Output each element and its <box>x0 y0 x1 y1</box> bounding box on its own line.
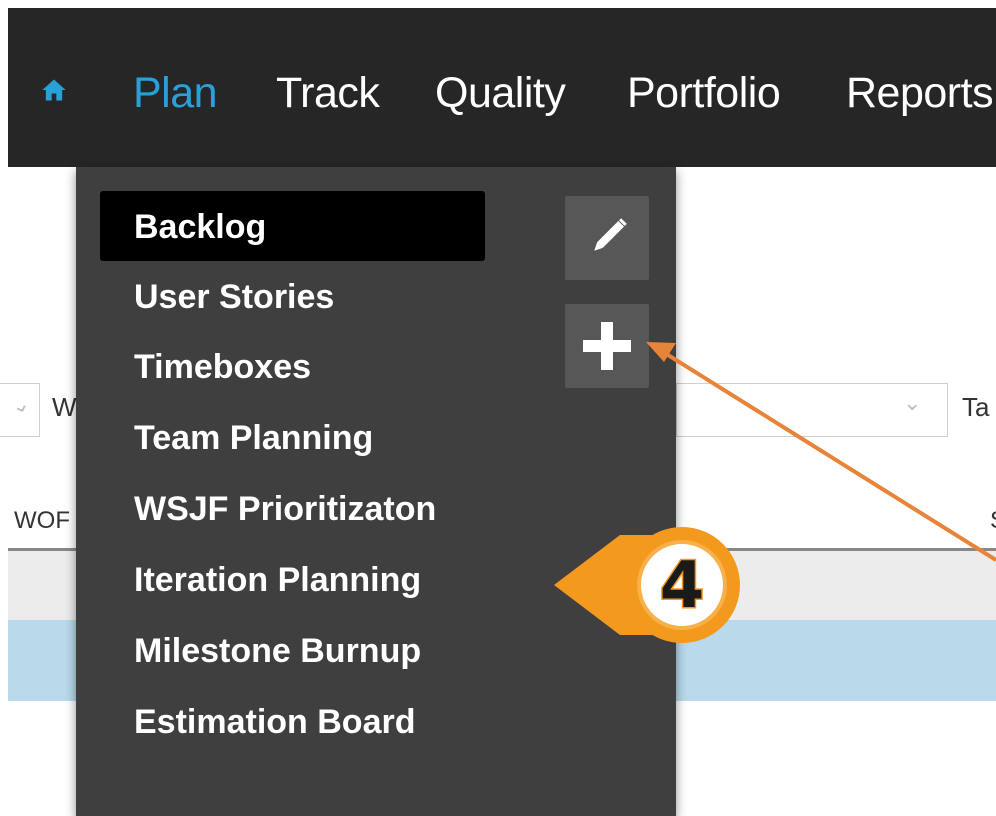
menu-item-timeboxes[interactable]: Timeboxes <box>134 347 311 387</box>
home-icon[interactable] <box>40 76 68 104</box>
menu-item-iteration-planning[interactable]: Iteration Planning <box>134 560 421 600</box>
plus-icon <box>583 322 631 370</box>
nav-tab-track[interactable]: Track <box>276 68 380 118</box>
menu-item-wsjf-prioritization[interactable]: WSJF Prioritizaton <box>134 489 436 529</box>
menu-item-milestone-burnup[interactable]: Milestone Burnup <box>134 631 421 671</box>
edit-menu-button[interactable] <box>565 196 649 280</box>
nav-tab-quality[interactable]: Quality <box>435 68 566 118</box>
filter-dropdown-middle[interactable]: ⌄ <box>676 383 948 437</box>
callout-number: 4 <box>660 549 705 623</box>
nav-tab-plan[interactable]: Plan <box>133 68 218 118</box>
menu-item-team-planning[interactable]: Team Planning <box>134 418 373 458</box>
column-header-fragment: WOF <box>14 507 70 534</box>
nav-tab-portfolio[interactable]: Portfolio <box>627 68 781 118</box>
add-menu-item-button[interactable] <box>565 304 649 388</box>
top-nav-bar: Plan Track Quality Portfolio Reports <box>8 8 996 167</box>
column-header-fragment: S <box>990 507 996 535</box>
filter-dropdown-left[interactable]: ⌄ <box>0 383 40 437</box>
chevron-down-icon: ⌄ <box>903 390 922 415</box>
filter-label-fragment: Ta <box>962 392 990 422</box>
menu-item-user-stories[interactable]: User Stories <box>134 277 334 317</box>
pencil-icon <box>594 218 627 251</box>
plan-dropdown-menu: Backlog User Stories Timeboxes Team Plan… <box>76 167 676 816</box>
filter-label-fragment: W <box>52 392 77 422</box>
menu-item-backlog[interactable]: Backlog <box>134 207 266 247</box>
chevron-down-icon: ⌄ <box>7 389 33 420</box>
nav-tab-reports[interactable]: Reports <box>846 68 994 118</box>
callout-badge-4: 4 <box>554 527 740 643</box>
menu-item-estimation-board[interactable]: Estimation Board <box>134 702 415 742</box>
